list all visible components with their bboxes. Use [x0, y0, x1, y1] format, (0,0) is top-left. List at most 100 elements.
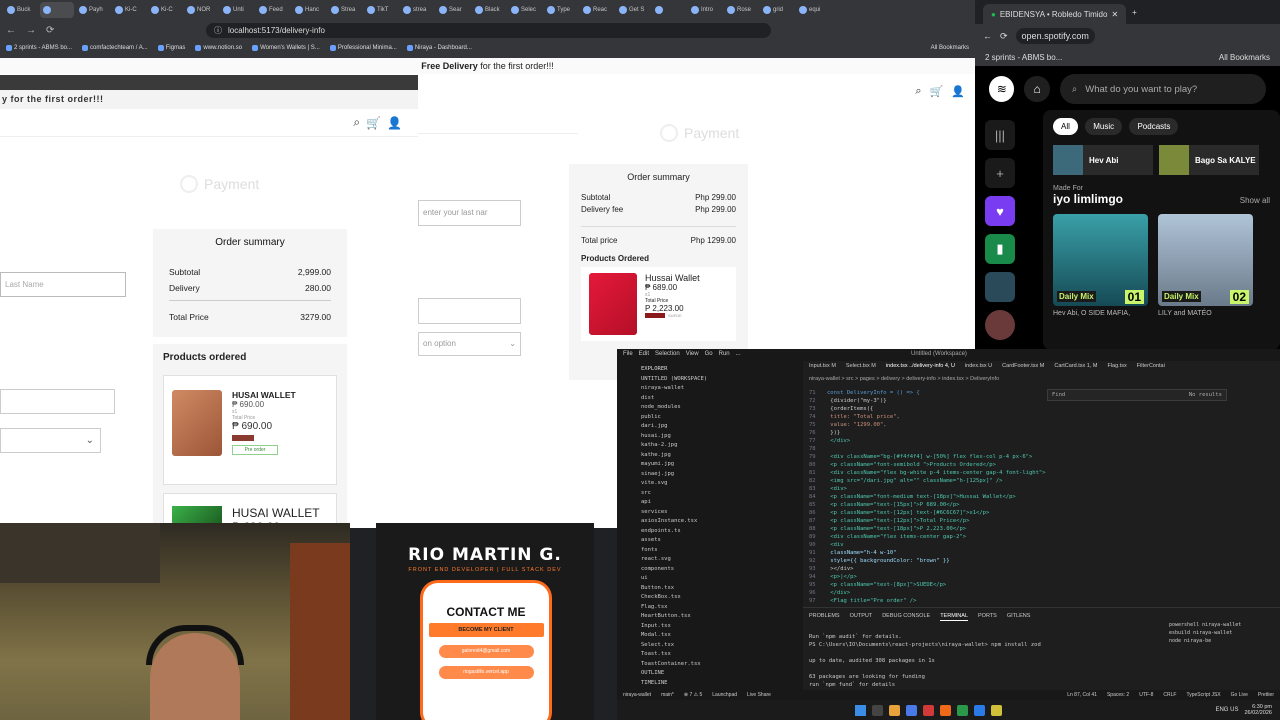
library-icon[interactable]: ||| — [985, 120, 1015, 150]
tree-item[interactable]: niraya-wallet — [641, 384, 793, 394]
terminal-instance[interactable]: esbuild niraya-wallet — [1169, 629, 1269, 637]
terminal-instance[interactable]: node niraya-be — [1169, 637, 1269, 645]
pre-order-button[interactable]: Pre order — [232, 445, 278, 455]
teams-icon[interactable] — [906, 704, 917, 716]
chip-podcasts[interactable]: Podcasts — [1129, 118, 1179, 135]
editor-tab[interactable]: index.tsx ../delivery-info 4, U — [886, 363, 955, 374]
browser-tab[interactable]: Rose — [724, 2, 758, 18]
tree-item[interactable]: Toast.tsx — [641, 650, 793, 660]
panel-tab[interactable]: PORTS — [978, 612, 997, 621]
status-item[interactable]: Go Live — [1231, 692, 1248, 698]
address-input[interactable] — [0, 389, 115, 414]
chip-music[interactable]: Music — [1085, 118, 1123, 135]
tree-item[interactable]: kathe.jpg — [641, 451, 793, 461]
brave-icon[interactable] — [940, 704, 951, 716]
tree-item[interactable]: HeartButton.tsx — [641, 612, 793, 622]
tree-item[interactable]: sinaej.jpg — [641, 470, 793, 480]
home-icon[interactable]: ⌂ — [1024, 76, 1050, 102]
browser-tab[interactable]: TikT — [364, 2, 398, 18]
tree-item[interactable]: Button.tsx — [641, 584, 793, 594]
menu-item[interactable]: Run — [719, 351, 730, 359]
app-icon[interactable] — [923, 704, 934, 716]
panel-tab[interactable]: TERMINAL — [940, 612, 968, 621]
panel-tab[interactable]: PROBLEMS — [809, 612, 840, 621]
playlist-icon[interactable] — [985, 272, 1015, 302]
tree-item[interactable]: TIMELINE — [641, 679, 793, 689]
tree-item[interactable]: assets — [641, 536, 793, 546]
option-select[interactable]: on option ⌄ — [418, 332, 521, 356]
spotify-tab[interactable]: ● EBIDENSYA • Robledo Timido ✕ — [983, 4, 1127, 24]
liked-songs-icon[interactable]: ♥ — [985, 196, 1015, 226]
bookmark-item[interactable]: Niraya - Dashboard... — [406, 45, 472, 51]
reload-icon[interactable]: ⟳ — [46, 25, 58, 36]
search-icon[interactable]: ⌕ — [915, 85, 921, 98]
status-item[interactable]: Launchpad — [712, 692, 737, 698]
panel-tab[interactable]: OUTPUT — [850, 612, 873, 621]
saved-episodes-icon[interactable]: ▮ — [985, 234, 1015, 264]
tree-item[interactable]: husai.jpg — [641, 432, 793, 442]
status-item[interactable]: Spaces: 2 — [1107, 692, 1129, 698]
chrome-icon[interactable] — [957, 704, 968, 716]
tree-item[interactable]: dist — [641, 394, 793, 404]
status-item[interactable]: Prettier — [1258, 692, 1274, 698]
daily-mix-card[interactable]: Daily Mix 02 LILY and MATÉO — [1158, 214, 1253, 317]
back-icon[interactable]: ← — [983, 31, 992, 41]
bookmark-item[interactable]: www.notion.so — [195, 45, 242, 51]
status-item[interactable]: UTF-8 — [1139, 692, 1153, 698]
tree-item[interactable]: public — [641, 413, 793, 423]
bookmark-item[interactable]: comfactechteam / A... — [82, 45, 148, 51]
back-icon[interactable]: ← — [6, 25, 18, 36]
bookmark-item[interactable]: 2 sprints - ABMS bo... — [6, 45, 72, 51]
browser-tab[interactable]: Get S — [616, 2, 650, 18]
tree-item[interactable]: vite.svg — [641, 479, 793, 489]
option-select[interactable]: ⌄ — [0, 428, 101, 453]
tree-item[interactable]: ui — [641, 574, 793, 584]
daily-mix-card[interactable]: Daily Mix 01 Hev Abi, O SIDE MAFIA, — [1053, 214, 1148, 317]
tree-item[interactable]: dari.jpg — [641, 422, 793, 432]
browser-tab[interactable]: equi — [796, 2, 830, 18]
browser-tab[interactable]: Ki-C — [148, 2, 182, 18]
menu-item[interactable]: Edit — [639, 351, 649, 359]
chip-all[interactable]: All — [1053, 118, 1078, 135]
spotify-logo-icon[interactable]: ≋ — [989, 76, 1015, 102]
panel-tab[interactable]: GITLENS — [1007, 612, 1031, 621]
browser-tab[interactable]: Reac — [580, 2, 614, 18]
terminal-instance[interactable]: powershell niraya-wallet — [1169, 621, 1269, 629]
cart-icon[interactable]: 🛒 — [930, 85, 944, 98]
tree-item[interactable]: components — [641, 565, 793, 575]
menu-item[interactable]: ... — [736, 351, 741, 359]
status-item[interactable]: main* — [661, 692, 674, 698]
create-icon[interactable]: + — [985, 158, 1015, 188]
last-name-input[interactable]: enter your last nar — [418, 200, 521, 226]
browser-tab[interactable]: strea — [400, 2, 434, 18]
menu-item[interactable]: File — [623, 351, 633, 359]
code-editor[interactable]: 71 const DeliveryInfo = () => {72 {divide… — [803, 389, 1243, 609]
browser-tab[interactable]: grid — [760, 2, 794, 18]
all-bookmarks[interactable]: All Bookmarks — [931, 45, 969, 51]
browser-tab[interactable]: Type — [544, 2, 578, 18]
search-icon[interactable] — [872, 704, 883, 716]
show-all-link[interactable]: Show all — [1240, 196, 1270, 205]
browser-tab[interactable] — [652, 2, 686, 18]
status-item[interactable]: Ln 87, Col 41 — [1067, 692, 1097, 698]
tree-item[interactable]: services — [641, 508, 793, 518]
menu-item[interactable]: Go — [705, 351, 713, 359]
last-name-input[interactable]: Last Name — [0, 272, 126, 297]
start-icon[interactable] — [855, 704, 866, 716]
close-icon[interactable]: ✕ — [1111, 10, 1118, 19]
status-item[interactable]: CRLF — [1163, 692, 1176, 698]
browser-tab[interactable]: NOR — [184, 2, 218, 18]
editor-tab[interactable]: index.tsx U — [965, 363, 992, 374]
tree-item[interactable]: Input.tsx — [641, 622, 793, 632]
user-icon[interactable]: 👤 — [387, 116, 402, 130]
tree-item[interactable]: CheckBox.tsx — [641, 593, 793, 603]
editor-tab[interactable]: Select.tsx M — [846, 363, 876, 374]
artist-icon[interactable] — [985, 310, 1015, 340]
tree-item[interactable]: ToastContainer.tsx — [641, 660, 793, 670]
explorer-icon[interactable] — [889, 704, 900, 716]
tree-item[interactable]: api — [641, 498, 793, 508]
tree-item[interactable]: react.svg — [641, 555, 793, 565]
browser-tab[interactable]: Feed — [256, 2, 290, 18]
menu-item[interactable]: View — [686, 351, 699, 359]
browser-tab[interactable]: Ki-C — [112, 2, 146, 18]
